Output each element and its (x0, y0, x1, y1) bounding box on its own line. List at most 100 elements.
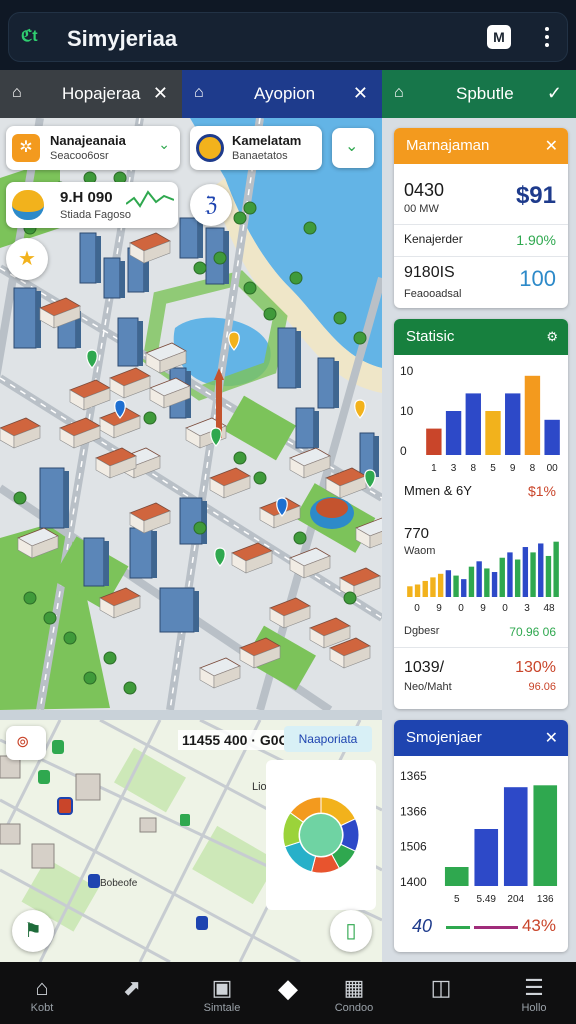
stat-value: $91 (515, 182, 556, 209)
footer-value: 40 (412, 916, 433, 936)
stat-label: Kenajerder (404, 232, 463, 246)
bar (453, 575, 459, 597)
stat-value: 100 (519, 266, 556, 291)
dropdown-button[interactable]: ⌄ (332, 128, 374, 168)
x-tick-label: 48 (543, 603, 555, 614)
map-readout: 11455 400 · G0C (178, 730, 293, 750)
map-stat-chip[interactable]: 9.H 090 Stiada Fagoso (6, 182, 178, 228)
app-logo-icon[interactable]: ℭt (21, 26, 38, 46)
stat-sub-value: 96.06 (528, 681, 556, 693)
close-icon[interactable]: ✕ (545, 728, 558, 748)
tab-ayopion[interactable]: ⌂ Ayopion ✕ (182, 70, 382, 118)
bar (461, 579, 467, 597)
bar (407, 586, 413, 597)
bar (422, 580, 428, 597)
card-title: Marnajaman (406, 137, 490, 154)
chip-subtitle: Banaetatos (232, 150, 288, 162)
x-tick-label: 0 (414, 603, 420, 614)
stat-label: 0430 (404, 180, 445, 200)
bar (465, 393, 481, 455)
settings-icon[interactable]: ⚙ (546, 329, 558, 345)
nav-item-menu[interactable]: ☰ Hollo (486, 962, 576, 1024)
check-icon[interactable]: ✓ (547, 83, 562, 104)
y-tick-label: 1366 (400, 804, 427, 818)
menu-icon: ☰ (524, 975, 544, 1000)
stat-value: 70.96 06 (509, 625, 556, 639)
x-tick-label: 9 (436, 603, 442, 614)
bottom-nav: ⌂ Kobt ⬈ ▣ Simtale ◆ ▦ Condoo ◫ ☰ Hollo (0, 962, 576, 1024)
tab-spbutle[interactable]: ⌂ Spbutle ✓ (382, 70, 576, 118)
flag-button[interactable]: ⚑ (12, 910, 54, 952)
screenshot-button[interactable]: M (487, 25, 511, 49)
stat-label: Mmen & 6Y (404, 483, 472, 498)
chip-subtitle: Stiada Fagoso (60, 209, 131, 221)
stat-sub: Neo/Maht (404, 681, 452, 693)
sun-icon: ✲ (12, 134, 40, 162)
bar (544, 419, 560, 455)
map-layer-button[interactable]: ⊚ (6, 726, 46, 760)
x-tick-label: 3 (524, 603, 530, 614)
y-tick-label: 0 (400, 444, 407, 458)
pie-chart-panel (266, 760, 376, 910)
pin-icon: ⊚ (16, 734, 30, 751)
x-tick-label: 5 (490, 463, 496, 474)
dashboard-panel: Marnajaman ✕ 0430 00 MW $91 Kenajerder 1… (382, 118, 576, 962)
bar (430, 577, 436, 597)
x-tick-label: 0 (458, 603, 464, 614)
bar (507, 552, 513, 597)
chevron-down-icon[interactable]: ⌄ (158, 136, 170, 153)
nav-item-home[interactable]: ⌂ Kobt (0, 962, 90, 1024)
app-header: ℭt Simyjeriaa M (0, 0, 576, 70)
y-tick-label: 1506 (400, 840, 427, 854)
bar (530, 552, 536, 597)
x-tick-label: 136 (537, 894, 554, 905)
tab-label: Hopajeraa (62, 84, 141, 103)
stat-label: 1039/ (404, 659, 445, 676)
x-tick-label: 5 (454, 894, 460, 905)
x-tick-label: 0 (502, 603, 508, 614)
card-title: Smojenjaer (406, 729, 482, 746)
bar (426, 428, 442, 455)
card-header: Statisic ⚙ (394, 319, 568, 355)
exit-button[interactable]: ▯ (330, 910, 372, 952)
nav-item-layout[interactable]: ◫ (393, 962, 489, 1024)
bar (545, 555, 552, 597)
route-button[interactable]: ℨ (190, 184, 232, 226)
bar (499, 557, 505, 597)
x-tick-label: 8 (471, 463, 477, 474)
city-map[interactable]: ✲ Nanajeanaia Seacoo6osr ⌄ Kamelatam Ban… (0, 118, 382, 710)
city-icon: ▦ (343, 975, 365, 1000)
sparkline (126, 190, 174, 208)
footer-value: 43% (521, 916, 556, 935)
street-map[interactable]: Liobenale Bobeofe ⊚ 11455 400 · G0C Naap… (0, 720, 382, 962)
pie-center (300, 814, 342, 856)
bar (503, 787, 528, 886)
home-outline-icon: ⌂ (394, 84, 404, 101)
map-info-chip[interactable]: Kamelatam Banaetatos (190, 126, 322, 170)
home-outline-icon: ⌂ (194, 84, 204, 101)
stat-value: 130% (515, 659, 556, 676)
nav-item-condoo[interactable]: ▦ Condoo (306, 962, 402, 1024)
stat-label: Dgbesr (404, 625, 440, 637)
bar (491, 572, 498, 597)
layout-icon: ◫ (430, 975, 452, 1000)
close-icon[interactable]: ✕ (353, 83, 368, 104)
tab-hopajeraa[interactable]: ⌂ Hopajeraa ✕ (0, 70, 182, 118)
bar (445, 570, 452, 597)
map-marker-icon: ⬈ (122, 975, 142, 1000)
star-icon[interactable]: ★ (6, 238, 48, 280)
more-options-icon[interactable] (539, 23, 555, 53)
card-header: Marnajaman ✕ (394, 128, 568, 164)
map-info-chip[interactable]: ✲ Nanajeanaia Seacoo6osr ⌄ (6, 126, 180, 170)
map-badge[interactable]: Naaporiata (284, 726, 372, 752)
bar (437, 573, 444, 597)
nav-item-navigate[interactable]: ⬈ (84, 962, 180, 1024)
panel-divider (0, 710, 382, 720)
close-icon[interactable]: ✕ (545, 136, 558, 156)
weather-icon (12, 190, 44, 220)
bar (474, 829, 499, 886)
app-header-bar: ℭt Simyjeriaa M (8, 12, 568, 62)
x-tick-label: 3 (451, 463, 457, 474)
tab-label: Ayopion (254, 84, 316, 103)
close-icon[interactable]: ✕ (153, 83, 168, 104)
